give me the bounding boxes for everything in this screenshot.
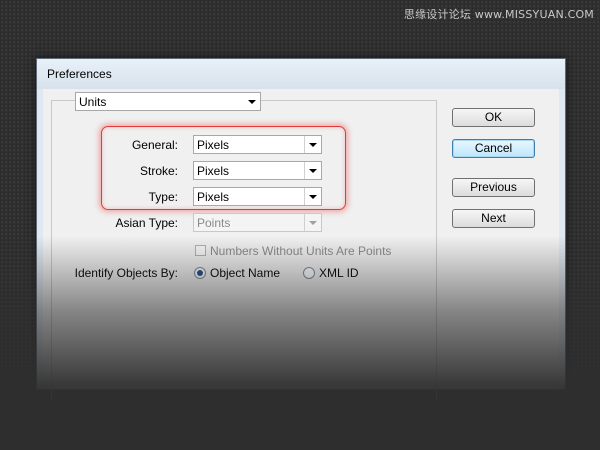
- chevron-down-icon[interactable]: [304, 162, 321, 179]
- general-units-dropdown[interactable]: Pixels: [193, 135, 322, 154]
- asian-type-dropdown: Points: [193, 213, 322, 232]
- stroke-units-dropdown[interactable]: Pixels: [193, 161, 322, 180]
- cancel-button[interactable]: Cancel: [452, 139, 535, 158]
- title-bar[interactable]: Preferences: [37, 59, 565, 89]
- numbers-without-units-label: Numbers Without Units Are Points: [210, 244, 392, 258]
- general-units-value: Pixels: [197, 138, 230, 152]
- chevron-down-icon[interactable]: [243, 93, 260, 110]
- previous-button[interactable]: Previous: [452, 178, 535, 197]
- dialog-title: Preferences: [47, 67, 112, 81]
- chevron-down-icon[interactable]: [304, 136, 321, 153]
- object-name-radio[interactable]: [194, 267, 206, 279]
- identify-objects-label: Identify Objects By:: [74, 266, 178, 280]
- stroke-label: Stroke:: [139, 164, 178, 178]
- next-button[interactable]: Next: [452, 209, 535, 228]
- type-units-dropdown[interactable]: Pixels: [193, 187, 322, 206]
- stroke-units-value: Pixels: [197, 164, 230, 178]
- category-dropdown-value: Units: [79, 95, 107, 109]
- general-label: General:: [131, 138, 178, 152]
- watermark: 思缘设计论坛 www.MISSYUAN.COM: [403, 8, 594, 21]
- category-dropdown[interactable]: Units: [75, 92, 261, 111]
- xml-id-radio[interactable]: [303, 267, 315, 279]
- numbers-without-units-checkbox: [195, 245, 206, 256]
- chevron-down-icon: [304, 214, 321, 231]
- type-label: Type:: [148, 190, 178, 204]
- ok-button[interactable]: OK: [452, 108, 535, 127]
- asian-type-label: Asian Type:: [115, 216, 178, 230]
- asian-type-value: Points: [197, 216, 231, 230]
- object-name-label[interactable]: Object Name: [210, 266, 280, 280]
- xml-id-label[interactable]: XML ID: [319, 266, 359, 280]
- chevron-down-icon[interactable]: [304, 188, 321, 205]
- type-units-value: Pixels: [197, 190, 230, 204]
